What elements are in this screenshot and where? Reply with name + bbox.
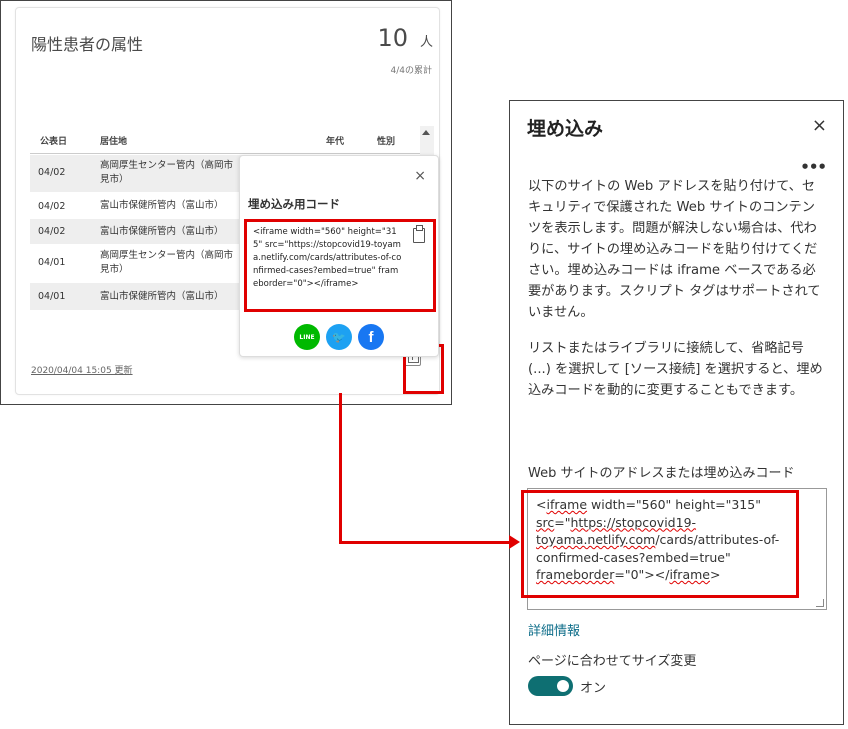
col-age[interactable]: 年代 — [326, 134, 344, 147]
embed-code-box[interactable]: <iframe width="560" height="315" src="ht… — [244, 219, 436, 312]
close-icon[interactable]: × — [812, 115, 827, 136]
patient-count: 10 人 — [377, 24, 433, 52]
line-share-icon[interactable]: LINE — [294, 324, 320, 350]
connector-arrowhead — [509, 535, 520, 549]
embed-code-text[interactable]: <iframe width="560" height="315" src="ht… — [253, 226, 403, 291]
embed-code-title: 埋め込み用コード — [248, 197, 340, 211]
row-address: 富山市保健所管内（富山市） — [100, 291, 224, 302]
row-date: 04/02 — [38, 167, 66, 178]
toggle-knob — [557, 680, 569, 692]
row-date: 04/02 — [38, 226, 66, 237]
row-date: 04/02 — [38, 201, 66, 212]
resize-toggle-label: ページに合わせてサイズ変更 — [528, 654, 697, 669]
connection-help-text: リストまたはライブラリに接続して、省略記号 (...) を選択して [ソース接続… — [528, 341, 823, 398]
updated-timestamp: 2020/04/04 15:05 更新 — [31, 366, 133, 376]
count-unit: 人 — [419, 35, 433, 50]
more-options-icon[interactable]: ••• — [800, 158, 827, 176]
col-date[interactable]: 公表日 — [40, 134, 67, 147]
panel-title: 埋め込み — [527, 118, 604, 140]
embed-popup: × 埋め込み用コード <iframe width="560" height="3… — [239, 155, 439, 357]
row-date: 04/01 — [38, 257, 66, 268]
clipboard-icon[interactable] — [413, 225, 425, 243]
learn-more-link[interactable]: 詳細情報 — [528, 620, 580, 639]
scroll-up-icon[interactable] — [422, 130, 430, 135]
embed-panel: 埋め込み × ••• 以下のサイトの Web アドレスを貼り付けて、セキュリティ… — [509, 100, 844, 725]
connector-arrow-vertical — [339, 393, 342, 544]
close-icon[interactable]: × — [414, 168, 426, 184]
connector-arrow-horizontal — [339, 541, 511, 544]
cumulative-label: 4/4の累計 — [390, 66, 433, 76]
count-number: 10 — [377, 24, 408, 52]
resize-handle-icon[interactable] — [816, 599, 824, 607]
row-date: 04/01 — [38, 291, 66, 302]
card-title: 陽性患者の属性 — [31, 35, 144, 54]
col-address[interactable]: 居住地 — [100, 134, 127, 147]
embed-code-value[interactable]: <iframe width="560" height="315" src="ht… — [536, 496, 791, 584]
description-text: 以下のサイトの Web アドレスを貼り付けて、セキュリティで保護された Web … — [528, 179, 821, 320]
card-screenshot-frame: 陽性患者の属性 10 人 4/4の累計 公表日 居住地 年代 性別 04/02 … — [0, 0, 452, 405]
toggle-state-label: オン — [580, 681, 607, 696]
row-address: 富山市保健所管内（富山市） — [100, 226, 224, 237]
row-address: 高岡厚生センター管内（高岡市 見市） — [100, 160, 234, 185]
row-address: 高岡厚生センター管内（高岡市 見市） — [100, 250, 234, 275]
twitter-share-icon[interactable]: 🐦 — [326, 324, 352, 350]
resize-toggle[interactable] — [528, 676, 573, 696]
row-address: 富山市保健所管内（富山市） — [100, 200, 224, 211]
facebook-share-icon[interactable]: f — [358, 324, 384, 350]
table-header: 公表日 居住地 年代 性別 — [30, 126, 420, 154]
col-gender[interactable]: 性別 — [377, 134, 395, 147]
social-share-row: LINE 🐦 f — [294, 324, 384, 350]
embed-field-label: Web サイトのアドレスまたは埋め込みコード — [528, 466, 795, 481]
